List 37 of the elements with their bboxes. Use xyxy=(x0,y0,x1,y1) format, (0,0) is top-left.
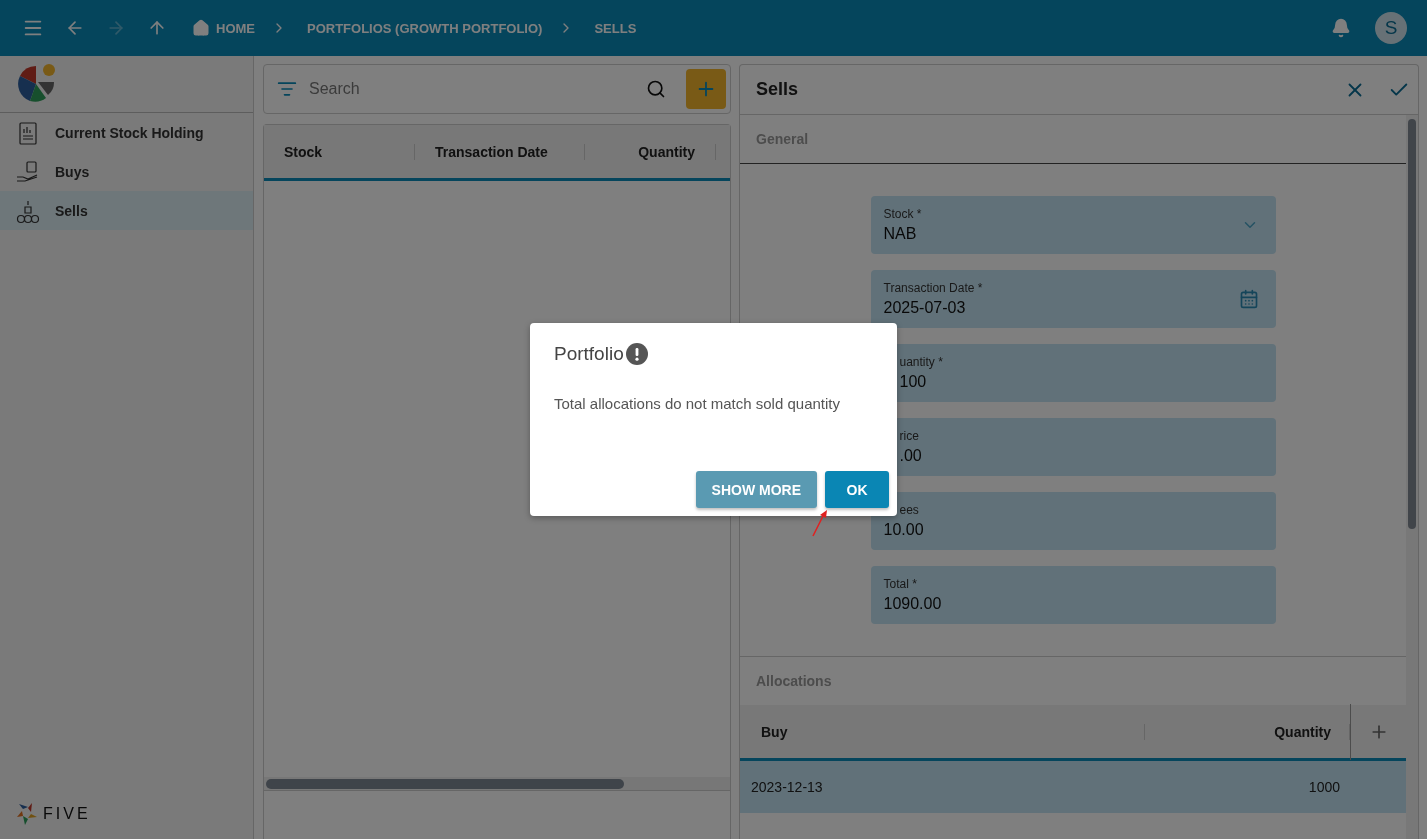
filter-icon[interactable] xyxy=(277,79,297,99)
dialog-title: Portfolio xyxy=(554,343,624,365)
sidebar-item[interactable]: Sells xyxy=(0,191,253,230)
breadcrumb-link[interactable]: PORTFOLIOS (GROWTH PORTFOLIO) xyxy=(307,20,543,36)
select-field[interactable]: Stock * NAB xyxy=(870,196,1276,254)
bell-icon[interactable] xyxy=(1331,18,1351,38)
column-header[interactable]: Stock xyxy=(264,143,415,160)
show-more-button[interactable]: SHOW MORE xyxy=(695,471,817,508)
search-field[interactable]: Search xyxy=(263,64,731,114)
table-row[interactable]: 2023-12-13 1000 xyxy=(740,761,1406,813)
pinwheel-logo-icon xyxy=(15,802,39,826)
search-icon[interactable] xyxy=(646,79,666,99)
form-title: Sells xyxy=(756,79,800,100)
ok-button[interactable]: OK xyxy=(825,471,889,508)
column-header[interactable]: Quantity xyxy=(1145,723,1350,740)
add-button[interactable] xyxy=(686,69,726,109)
breadcrumb-link[interactable]: SELLS xyxy=(594,20,637,36)
column-header[interactable]: Quantity xyxy=(585,143,716,160)
horizontal-scrollbar[interactable] xyxy=(264,777,730,791)
calendar-icon[interactable] xyxy=(1238,289,1259,309)
text-field[interactable]: ees 10.00 xyxy=(870,492,1276,550)
sidebar-item[interactable]: Buys xyxy=(0,152,253,191)
date-field[interactable]: Transaction Date * 2025-07-03 xyxy=(870,270,1276,328)
sidebar-item[interactable]: Current Stock Holding xyxy=(0,113,253,152)
search-input[interactable]: Search xyxy=(307,79,636,99)
dialog-message: Total allocations do not match sold quantity xyxy=(554,395,841,412)
table-cell-text: 1000 xyxy=(1307,779,1341,795)
vertical-scrollbar[interactable] xyxy=(1406,115,1418,839)
breadcrumb-link[interactable]: HOME xyxy=(192,19,255,37)
column-header[interactable]: Transaction Date xyxy=(415,143,585,160)
home-icon xyxy=(192,19,210,37)
user-avatar[interactable]: S xyxy=(1375,12,1407,44)
table-cell-text: 2023-12-13 xyxy=(750,779,824,795)
column-header[interactable]: Buy xyxy=(740,723,1145,740)
exclamation-icon xyxy=(625,343,648,365)
text-field[interactable]: Total * 1090.00 xyxy=(870,566,1276,624)
logo-text: FIVE xyxy=(43,805,91,823)
